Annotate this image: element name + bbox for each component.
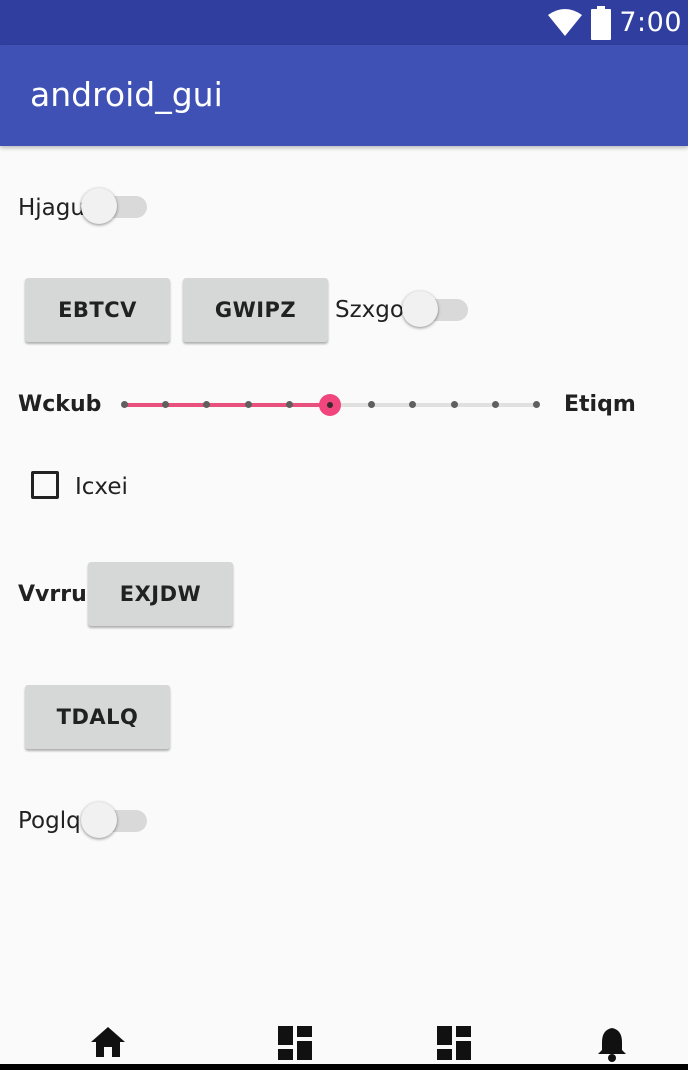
icxei-checkbox[interactable] xyxy=(31,471,59,499)
poglq-switch[interactable] xyxy=(81,798,153,842)
app-bar: android_gui xyxy=(0,45,688,146)
bottom-navigation xyxy=(0,1010,688,1070)
status-bar: 7:00 xyxy=(0,0,688,45)
switch-label-szxgo: Szxgo xyxy=(335,297,404,323)
slider-tick xyxy=(450,401,458,408)
hjagu-switch[interactable] xyxy=(81,184,153,228)
home-icon[interactable] xyxy=(90,1026,126,1058)
szxgo-switch[interactable] xyxy=(402,287,474,331)
wckub-slider[interactable] xyxy=(121,388,540,422)
switch-thumb xyxy=(81,188,117,224)
slider-tick xyxy=(121,401,128,408)
exjdw-button[interactable]: EXJDW xyxy=(88,562,233,626)
dashboard-icon[interactable] xyxy=(437,1026,471,1060)
status-icons: 7:00 xyxy=(547,0,682,45)
slider-tick xyxy=(491,401,499,408)
slider-label-right: Etiqm xyxy=(564,392,636,417)
switch-label-hjagu: Hjagu xyxy=(18,195,85,221)
checkbox-label: Icxei xyxy=(75,474,128,500)
slider-fill xyxy=(124,403,330,407)
notifications-icon[interactable] xyxy=(596,1026,628,1062)
nav-baseline xyxy=(0,1064,688,1070)
slider-tick xyxy=(533,401,540,408)
dashboard-icon[interactable] xyxy=(278,1026,312,1060)
vvrru-label: Vvrru xyxy=(18,582,87,607)
slider-tick xyxy=(244,401,252,408)
gwipz-button[interactable]: GWIPZ xyxy=(183,278,328,342)
slider-label-left: Wckub xyxy=(18,392,102,417)
wifi-icon xyxy=(548,8,583,36)
ebtcv-button[interactable]: EBTCV xyxy=(25,278,170,342)
tdalq-button[interactable]: TDALQ xyxy=(25,685,170,749)
slider-tick xyxy=(285,401,293,408)
switch-thumb xyxy=(402,291,438,327)
slider-thumb[interactable] xyxy=(319,394,341,416)
status-time: 7:00 xyxy=(619,7,682,38)
switch-label-poglq: Poglq xyxy=(18,808,81,834)
battery-icon xyxy=(591,5,612,40)
app-title: android_gui xyxy=(30,75,223,114)
switch-thumb xyxy=(81,802,117,838)
